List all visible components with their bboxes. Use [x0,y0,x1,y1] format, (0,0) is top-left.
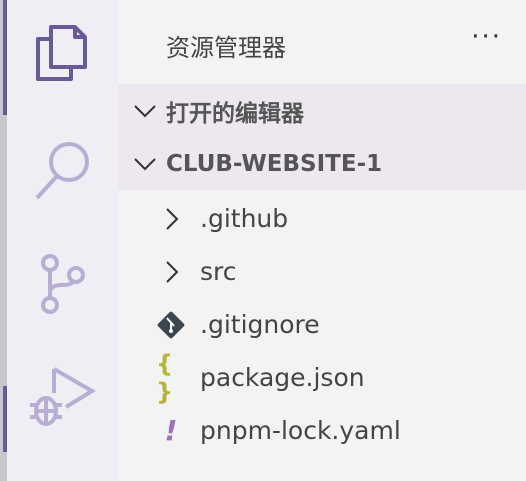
source-control-icon [40,254,85,314]
tree-item-file[interactable]: { } package.json [118,349,526,406]
run-debug-icon [29,367,96,426]
more-actions-button[interactable]: ··· [471,22,502,52]
tree-item-label: package.json [200,363,365,392]
search-icon [35,142,89,200]
tree-item-label: .gitignore [200,310,320,339]
section-label: CLUB-WEBSITE-1 [166,150,383,177]
tree-item-file[interactable]: ! pnpm-lock.yaml [118,404,526,457]
git-icon [157,311,185,338]
chevron-right-icon [166,207,179,230]
activity-bar [7,0,118,481]
yaml-exclamation-icon: ! [164,414,178,447]
background-window-strip [0,0,7,481]
activity-source-control[interactable] [7,235,118,335]
section-open-editors[interactable]: 打开的编辑器 [118,84,526,137]
activity-run-debug[interactable] [7,350,118,450]
tree-item-folder[interactable]: src [118,245,526,298]
tree-item-folder[interactable]: .github [118,192,526,245]
sidebar-title: 资源管理器 [166,34,286,62]
section-label: 打开的编辑器 [166,100,304,127]
tree-item-label: src [200,257,237,286]
section-workspace[interactable]: CLUB-WEBSITE-1 [118,137,526,190]
activity-explorer[interactable] [7,5,118,105]
activity-search[interactable] [7,120,118,220]
chevron-down-icon [134,158,156,171]
chevron-down-icon [134,105,156,118]
json-braces-icon: { } [156,349,174,406]
files-icon [35,25,87,81]
tree-item-file[interactable]: .gitignore [118,298,526,351]
chevron-right-icon [166,260,179,283]
explorer-sidebar: 资源管理器 ··· 打开的编辑器 CLUB-WEBSITE-1 .github … [118,0,526,481]
tree-item-label: .github [200,204,289,233]
tree-item-label: pnpm-lock.yaml [200,416,401,445]
